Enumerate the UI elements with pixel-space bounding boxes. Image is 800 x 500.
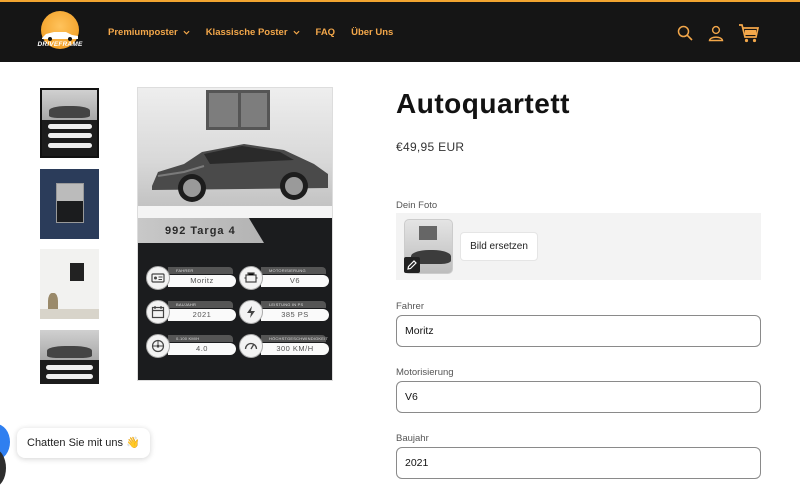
poster-stat-baujahr: BAUJAHR 2021 bbox=[146, 300, 236, 326]
poster-stat-beschleunigung: 0-100 KM/H 4.0 bbox=[146, 334, 236, 360]
stat-value: 2021 bbox=[168, 309, 236, 321]
nav-label: Klassische Poster bbox=[205, 27, 288, 38]
power-icon bbox=[239, 300, 263, 324]
fahrer-input[interactable] bbox=[396, 315, 761, 347]
site-header: DRIVEFRAME Premiumposter Klassische Post… bbox=[0, 0, 800, 62]
photo-upload-area: Bild ersetzen bbox=[396, 213, 761, 280]
baujahr-label: Baujahr bbox=[396, 433, 429, 444]
chevron-down-icon bbox=[183, 30, 190, 35]
gallery-thumbnail-2[interactable] bbox=[40, 169, 99, 239]
gallery-thumbnail-1[interactable] bbox=[40, 88, 99, 158]
stat-label: LEISTUNG IN PS bbox=[261, 301, 326, 308]
nav-item-klassische-poster[interactable]: Klassische Poster bbox=[206, 27, 300, 38]
logo[interactable]: DRIVEFRAME bbox=[38, 11, 82, 53]
chevron-down-icon bbox=[293, 30, 300, 35]
nav-item-ueber-uns[interactable]: Über Uns bbox=[351, 27, 393, 38]
id-card-icon bbox=[146, 266, 170, 290]
product-image[interactable]: 992 Targa 4 FAHRER Moritz MOTORISIERUNG … bbox=[138, 88, 332, 380]
thumbnail-photo bbox=[42, 90, 97, 120]
stat-value: V6 bbox=[261, 275, 329, 287]
stat-label: HÖCHSTGESCHWINDIGKEIT bbox=[261, 335, 328, 342]
stat-value: 300 KM/H bbox=[261, 343, 329, 355]
replace-image-button[interactable]: Bild ersetzen bbox=[460, 232, 538, 261]
thumbnail-photo bbox=[40, 330, 99, 360]
fahrer-label: Fahrer bbox=[396, 301, 424, 312]
motorisierung-label: Motorisierung bbox=[396, 367, 454, 378]
gallery-thumbnail-4[interactable] bbox=[40, 330, 99, 384]
nav-item-faq[interactable]: FAQ bbox=[316, 27, 336, 38]
speedometer-icon bbox=[239, 334, 263, 358]
cart-icon[interactable] bbox=[738, 22, 760, 44]
product-title: Autoquartett bbox=[396, 88, 570, 119]
poster-car-name: 992 Targa 4 bbox=[165, 225, 236, 237]
poster-window bbox=[206, 90, 270, 130]
nav-label: Premiumposter bbox=[108, 27, 178, 38]
stat-value: 385 PS bbox=[261, 309, 329, 321]
nav-item-premiumposter[interactable]: Premiumposter bbox=[108, 27, 190, 38]
motorisierung-input[interactable] bbox=[396, 381, 761, 413]
baujahr-input[interactable] bbox=[396, 447, 761, 479]
stat-value: 4.0 bbox=[168, 343, 236, 355]
thumbnail-stats bbox=[42, 119, 97, 156]
poster-photo bbox=[138, 88, 332, 218]
thumbnail-stats bbox=[40, 359, 99, 384]
poster-stat-motorisierung: MOTORISIERUNG V6 bbox=[239, 266, 329, 292]
logo-car-icon bbox=[42, 32, 78, 41]
engine-icon bbox=[239, 266, 263, 290]
poster-stat-hoechstgeschwindigkeit: HÖCHSTGESCHWINDIGKEIT 300 KM/H bbox=[239, 334, 329, 360]
poster-stat-leistung: LEISTUNG IN PS 385 PS bbox=[239, 300, 329, 326]
stat-label: MOTORISIERUNG bbox=[261, 267, 326, 274]
stat-label: 0-100 KM/H bbox=[168, 335, 233, 342]
thumbnail-wall-poster bbox=[70, 263, 84, 281]
product-price: €49,95 EUR bbox=[396, 140, 465, 154]
nav-label: FAQ bbox=[315, 27, 336, 38]
search-icon[interactable] bbox=[676, 24, 694, 42]
main-nav: Premiumposter Klassische Poster FAQ Über… bbox=[108, 27, 409, 38]
thumbnail-framed-poster bbox=[56, 183, 84, 223]
gallery-thumbnail-3[interactable] bbox=[40, 249, 99, 319]
logo-text: DRIVEFRAME bbox=[37, 41, 83, 48]
wheel-icon bbox=[146, 334, 170, 358]
header-icons bbox=[676, 22, 760, 44]
nav-label: Über Uns bbox=[351, 27, 394, 38]
poster-stat-fahrer: FAHRER Moritz bbox=[146, 266, 236, 292]
photo-label: Dein Foto bbox=[396, 200, 438, 211]
stat-label: BAUJAHR bbox=[168, 301, 233, 308]
stat-value: Moritz bbox=[168, 275, 236, 287]
stat-label: FAHRER bbox=[168, 267, 233, 274]
chat-prompt[interactable]: Chatten Sie mit uns 👋 bbox=[17, 428, 150, 458]
account-icon[interactable] bbox=[707, 24, 725, 42]
calendar-icon bbox=[146, 300, 170, 324]
car-illustration bbox=[152, 144, 328, 202]
pencil-icon[interactable] bbox=[404, 257, 420, 273]
